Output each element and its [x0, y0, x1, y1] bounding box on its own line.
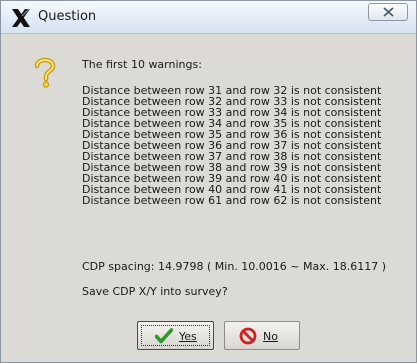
- check-icon: [155, 328, 173, 344]
- question-dialog: Question The first 10 warnings: Distance…: [0, 0, 417, 363]
- warning-list: Distance between row 31 and row 32 is no…: [82, 85, 381, 206]
- close-button[interactable]: [368, 3, 408, 21]
- x-logo-icon: [12, 9, 30, 27]
- focus-indicator: [141, 325, 210, 346]
- yes-button[interactable]: Yes: [137, 321, 214, 350]
- no-button-label: No: [263, 330, 278, 343]
- no-entry-icon: [239, 327, 257, 345]
- window-title: Question: [38, 9, 97, 24]
- no-button[interactable]: No: [224, 321, 300, 350]
- close-icon: [383, 7, 394, 17]
- dialog-body: The first 10 warnings: Distance between …: [1, 34, 416, 362]
- title-bar[interactable]: Question: [1, 1, 416, 34]
- yes-button-label: Yes: [179, 330, 197, 343]
- save-prompt-text: Save CDP X/Y into survey?: [82, 285, 228, 298]
- question-icon: [34, 57, 56, 88]
- warning-line: Distance between row 61 and row 62 is no…: [82, 194, 382, 207]
- message-heading: The first 10 warnings:: [82, 58, 202, 71]
- cdp-spacing-text: CDP spacing: 14.9798 ( Min. 10.0016 ~ Ma…: [82, 260, 386, 273]
